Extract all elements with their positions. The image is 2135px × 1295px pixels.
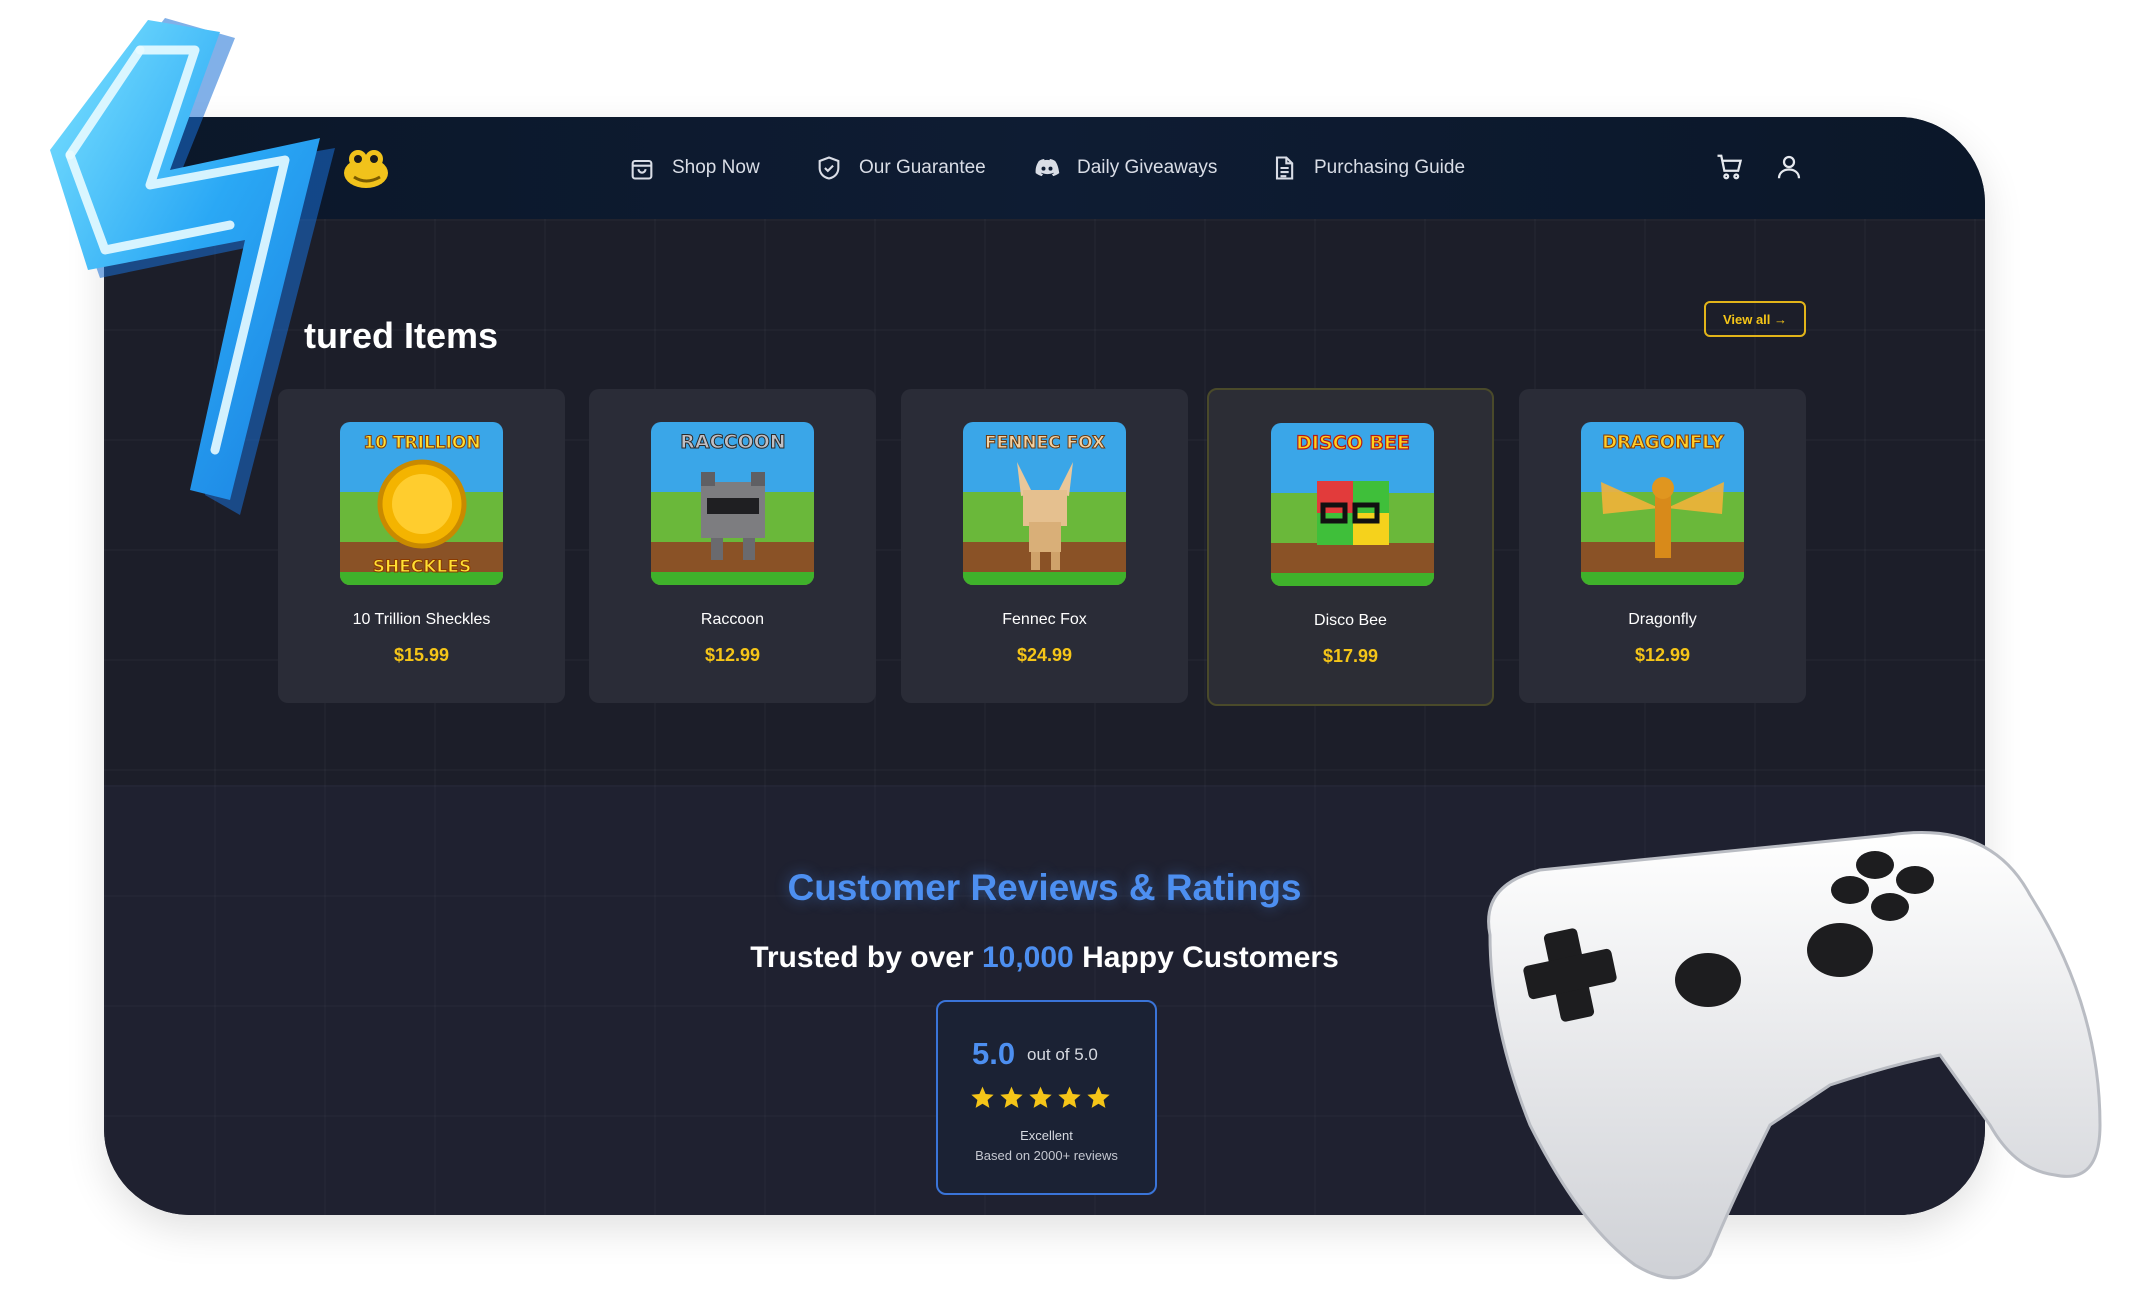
featured-section: tured Items View all → 10 TRILLION SHECK… [104,219,1985,785]
product-price: $17.99 [1322,646,1379,666]
nav-links: Shop Now Our Guarantee Daily Giveaways P… [104,117,1985,219]
product-image: DISCO BEE [1271,423,1434,586]
nav-purchasing-guide-label: Purchasing Guide [1314,157,1466,178]
rating-summary: 5.0 out of 5.0 Excellent Based on 2000+ … [936,1000,1157,1195]
rating-label: Excellent [1020,1128,1073,1143]
subtitle-prefix: Trusted by over [750,941,974,974]
star-icon [1087,1086,1110,1108]
cart-icon [1717,154,1743,180]
game-controller-icon [1487,831,2102,1280]
svg-text:DISCO BEE: DISCO BEE [1296,432,1410,454]
nav-daily-giveaways[interactable]: Daily Giveaways [1033,148,1217,188]
discord-icon [1035,159,1060,177]
product-card[interactable]: DISCO BEE Disco Bee $17.99 [1207,388,1494,706]
nav-our-guarantee[interactable]: Our Guarantee [815,148,986,188]
product-price: $12.99 [1634,645,1691,665]
star-rating [970,1085,1111,1110]
product-card[interactable]: RACCOON Raccoon $12.99 [589,389,876,703]
shopping-bag-icon [631,159,653,180]
product-name: Raccoon [700,611,765,628]
product-image: 10 TRILLION SHECKLES [340,422,503,585]
product-name: Dragonfly [1628,611,1697,628]
customer-count: 10,000 [981,941,1074,974]
svg-text:FENNEC FOX: FENNEC FOX [985,433,1105,453]
nav-shop-now-label: Shop Now [672,157,760,178]
star-icon [971,1086,994,1108]
product-price: $15.99 [393,645,450,665]
account-button[interactable] [1769,147,1809,187]
star-icon [1000,1086,1023,1108]
subtitle-suffix: Happy Customers [1082,941,1339,974]
nav-purchasing-guide[interactable]: Purchasing Guide [1270,148,1465,188]
cart-button[interactable] [1710,147,1750,187]
rating-score: 5.0 [972,1036,1016,1071]
svg-text:RACCOON: RACCOON [680,431,785,453]
svg-text:10 TRILLION: 10 TRILLION [363,433,480,453]
product-price: $12.99 [704,645,761,665]
star-icon [1029,1086,1052,1108]
nav-daily-giveaways-label: Daily Giveaways [1077,157,1218,178]
nav-shop-now[interactable]: Shop Now [628,148,760,188]
svg-text:DRAGONFLY: DRAGONFLY [1602,432,1725,453]
product-image: RACCOON [651,422,814,585]
star-icon [1058,1086,1081,1108]
user-icon [1777,155,1801,179]
navbar: Shop Now Our Guarantee Daily Giveaways P… [104,117,1985,219]
product-image: FENNEC FOX [963,422,1126,585]
product-price: $24.99 [1016,645,1073,665]
product-name: 10 Trillion Sheckles [352,611,491,628]
rating-out-of: out of 5.0 [1027,1045,1098,1064]
product-image: DRAGONFLY [1581,422,1744,585]
lightning-bolt-icon [50,18,335,515]
product-name: Disco Bee [1314,612,1387,629]
shield-icon [818,156,840,180]
product-card[interactable]: DRAGONFLY Dragonfly $12.99 [1519,389,1806,703]
svg-text:SHECKLES: SHECKLES [373,557,471,577]
document-icon [1275,156,1294,180]
view-all-button[interactable]: View all → [1704,301,1806,337]
nav-our-guarantee-label: Our Guarantee [859,157,986,178]
product-name: Fennec Fox [1002,611,1087,628]
review-count: Based on 2000+ reviews [975,1148,1118,1163]
product-card[interactable]: FENNEC FOX Fennec Fox $24.99 [901,389,1188,703]
